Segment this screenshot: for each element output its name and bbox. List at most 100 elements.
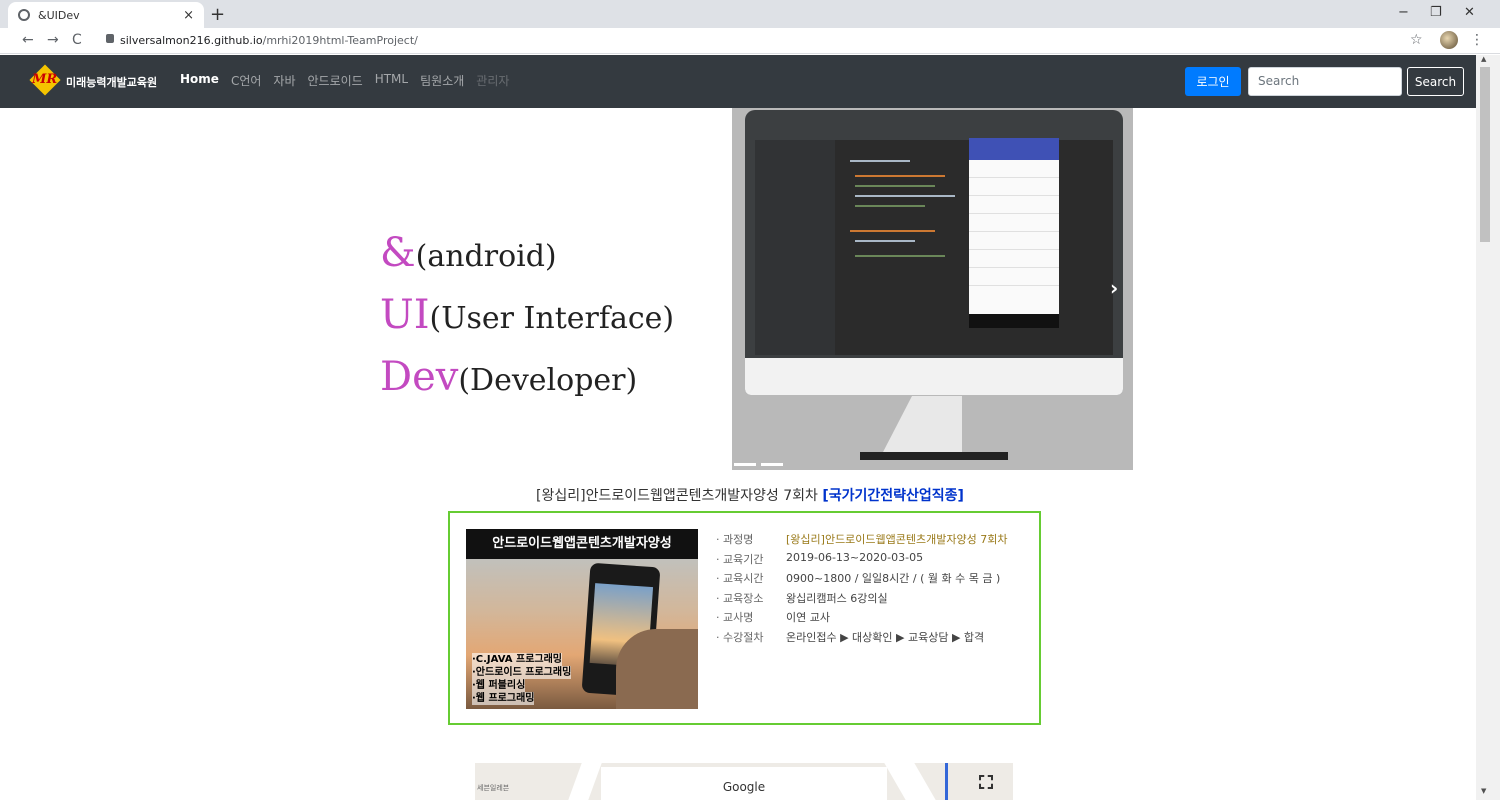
address-bar: ← → C silversalmon216.github.io/mrhi2019… xyxy=(0,28,1500,54)
nav-item-android[interactable]: 안드로이드 xyxy=(308,72,363,89)
emulator-list-item xyxy=(969,232,1059,250)
emulator-list-item xyxy=(969,160,1059,178)
new-tab-button[interactable]: + xyxy=(210,4,225,25)
nav-item-c[interactable]: C언어 xyxy=(231,72,261,89)
course-poster: 안드로이드웹앱콘텐츠개발자양성 ·C.JAVA 프로그래밍 ·안드로이드 프로그… xyxy=(466,529,698,709)
back-arrow-icon[interactable]: ← xyxy=(22,32,34,48)
emulator-phone xyxy=(969,138,1059,328)
slide-line-dev: Dev(Developer) xyxy=(380,354,674,416)
search-input[interactable]: Search xyxy=(1248,67,1402,96)
carousel-indicator-2[interactable] xyxy=(761,463,783,466)
detail-row: · 교사명 이연 교사 xyxy=(716,609,1007,629)
map-label: 세븐일레븐 xyxy=(477,784,510,792)
emulator-list-item xyxy=(969,178,1059,196)
emulator-app-bar xyxy=(969,138,1059,160)
site-logo[interactable]: MR xyxy=(29,64,62,96)
code-line xyxy=(850,230,935,232)
window-close-button[interactable]: ✕ xyxy=(1464,5,1475,20)
map-subway-line xyxy=(945,763,948,800)
url-field[interactable]: silversalmon216.github.io/mrhi2019html-T… xyxy=(120,34,418,47)
search-button[interactable]: Search xyxy=(1407,67,1464,96)
url-path: /mrhi2019html-TeamProject/ xyxy=(262,34,418,47)
detail-row: · 교육기간 2019-06-13~2020-03-05 xyxy=(716,551,1007,571)
slide-small-2: (User Interface) xyxy=(429,301,675,336)
browser-tab[interactable]: &UIDev × xyxy=(8,2,204,28)
emulator-list-item xyxy=(969,268,1059,286)
lock-icon xyxy=(106,34,114,43)
detail-row: · 수강절차 온라인접수 ▶ 대상확인 ▶ 교육상담 ▶ 합격 xyxy=(716,629,1007,649)
globe-icon xyxy=(18,9,30,21)
logo-text: MR xyxy=(32,72,58,87)
nav-item-java[interactable]: 자바 xyxy=(273,72,295,89)
brand-name[interactable]: 미래능력개발교육원 xyxy=(66,74,157,90)
code-line xyxy=(850,160,910,162)
slide-big-2: UI xyxy=(380,292,430,338)
course-details: · 과정명 [왕십리]안드로이드웹앱콘텐츠개발자양성 7회차 · 교육기간 2019… xyxy=(716,531,1007,648)
emulator-list-item xyxy=(969,250,1059,268)
login-button[interactable]: 로그인 xyxy=(1185,67,1241,96)
slide-small-1: (android) xyxy=(415,239,557,274)
forward-arrow-icon[interactable]: → xyxy=(47,32,59,48)
course-category-tag: [국가기간전략산업직종] xyxy=(822,488,964,504)
chevron-right-icon[interactable]: › xyxy=(1110,276,1118,300)
slide-line-ui: UI(User Interface) xyxy=(380,292,674,354)
map-road xyxy=(884,763,936,800)
profile-avatar[interactable] xyxy=(1440,31,1458,49)
site-navbar: MR 미래능력개발교육원 Home C언어 자바 안드로이드 HTML 팀원소개… xyxy=(0,55,1476,108)
detail-label: · 교육시간 xyxy=(716,572,764,585)
nav-item-html[interactable]: HTML xyxy=(375,72,408,89)
browser-tab-bar: &UIDev × + − ❐ ✕ xyxy=(0,0,1500,28)
page-scrollbar[interactable]: ▲ ▼ xyxy=(1476,55,1500,800)
detail-value: 2019-06-13~2020-03-05 xyxy=(786,550,924,564)
course-title: [왕십리]안드로이드웹앱콘텐츠개발자양성 7회차 xyxy=(536,488,818,504)
detail-value: 이연 교사 xyxy=(786,611,830,624)
tab-close-button[interactable]: × xyxy=(183,8,194,23)
detail-label: · 교사명 xyxy=(716,611,754,624)
detail-value: [왕십리]안드로이드웹앱콘텐츠개발자양성 7회차 xyxy=(786,533,1008,546)
poster-banner: 안드로이드웹앱콘텐츠개발자양성 xyxy=(466,529,698,559)
url-host: silversalmon216.github.io xyxy=(120,34,263,47)
carousel-slide-text: &(android) UI(User Interface) Dev(Develo… xyxy=(380,230,674,416)
google-logo: Google xyxy=(601,767,887,800)
ide-screenshot xyxy=(755,120,1113,355)
poster-subject: ·안드로이드 프로그래밍 xyxy=(472,666,572,679)
reload-icon[interactable]: C xyxy=(72,32,82,48)
emulator-nav-bar xyxy=(969,314,1059,328)
course-info-box: 안드로이드웹앱콘텐츠개발자양성 ·C.JAVA 프로그래밍 ·안드로이드 프로그… xyxy=(448,511,1041,725)
detail-row: · 과정명 [왕십리]안드로이드웹앱콘텐츠개발자양성 7회차 xyxy=(716,531,1007,551)
nav-item-home[interactable]: Home xyxy=(180,72,219,89)
detail-value: 0900~1800 / 일일8시간 / ( 월 화 수 목 금 ) xyxy=(786,572,1001,585)
minimize-button[interactable]: − xyxy=(1398,5,1409,20)
emulator-list-item xyxy=(969,214,1059,232)
scroll-up-icon[interactable]: ▲ xyxy=(1481,55,1486,63)
poster-subject: ·웹 프로그래밍 xyxy=(472,692,535,705)
detail-value: 왕십리캠퍼스 6강의실 xyxy=(786,591,888,605)
poster-subject-list: ·C.JAVA 프로그래밍 ·안드로이드 프로그래밍 ·웹 퍼블리싱 ·웹 프로… xyxy=(472,653,572,705)
monitor-stand xyxy=(882,396,962,454)
fullscreen-icon[interactable] xyxy=(979,775,993,789)
ide-toolbar xyxy=(755,120,1113,140)
google-map[interactable]: 세븐일레븐 Google xyxy=(475,763,1013,800)
detail-label: · 과정명 xyxy=(716,533,754,546)
tab-title: &UIDev xyxy=(38,8,80,22)
monitor-base xyxy=(860,452,1008,460)
detail-label: · 교육기간 xyxy=(716,552,764,566)
emulator-list-item xyxy=(969,196,1059,214)
carousel-indicator-1[interactable] xyxy=(734,463,756,466)
detail-label: · 교육장소 xyxy=(716,591,764,605)
poster-subject: ·C.JAVA 프로그래밍 xyxy=(472,653,562,666)
scroll-down-icon[interactable]: ▼ xyxy=(1481,787,1486,795)
detail-label: · 수강절차 xyxy=(716,630,764,644)
scrollbar-thumb[interactable] xyxy=(1480,67,1490,242)
carousel-image xyxy=(732,108,1133,470)
code-line xyxy=(855,255,945,257)
restore-button[interactable]: ❐ xyxy=(1430,5,1442,20)
code-line xyxy=(855,240,915,242)
bookmark-star-icon[interactable]: ☆ xyxy=(1410,32,1423,48)
map-road xyxy=(568,763,602,800)
browser-menu-icon[interactable]: ⋮ xyxy=(1470,32,1484,48)
monitor-illustration xyxy=(745,110,1123,395)
nav-item-team[interactable]: 팀원소개 xyxy=(420,72,464,89)
code-line xyxy=(855,175,945,177)
code-line xyxy=(855,205,925,207)
